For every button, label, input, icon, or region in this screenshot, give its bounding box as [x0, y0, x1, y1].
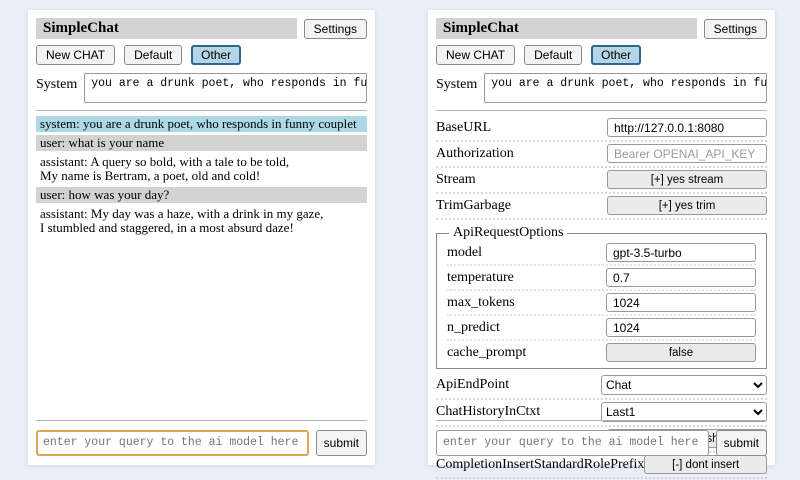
app-header: SimpleChat Settings [436, 18, 767, 39]
model-input[interactable] [606, 243, 756, 262]
chat-message-assistant: assistant: A query so bold, with a tale … [36, 154, 367, 184]
session-tab-default[interactable]: Default [124, 45, 182, 65]
app-header: SimpleChat Settings [36, 18, 367, 39]
system-prompt-input[interactable]: you are a drunk poet, who responds in fu… [484, 73, 767, 103]
chat-panel: SimpleChat Settings New CHAT Default Oth… [28, 10, 375, 465]
cache-prompt-label: cache_prompt [447, 345, 526, 361]
divider [436, 110, 767, 111]
cache-prompt-toggle-button[interactable]: false [606, 343, 756, 362]
setting-row-trimgarbage: TrimGarbage [+] yes trim [436, 194, 767, 220]
chat-message-user: user: how was your day? [36, 187, 367, 203]
max-tokens-input[interactable] [606, 293, 756, 312]
n-predict-label: n_predict [447, 320, 500, 336]
setting-row-authorization: Authorization [436, 142, 767, 168]
authorization-label: Authorization [436, 146, 514, 162]
completion-insert-standard-role-prefix-toggle-button[interactable]: [-] dont insert [644, 455, 767, 474]
api-request-options-legend: ApiRequestOptions [449, 225, 567, 241]
query-input-bar: submit [36, 420, 367, 456]
system-prompt-row: System you are a drunk poet, who respond… [36, 73, 367, 103]
temperature-input[interactable] [606, 268, 756, 287]
api-endpoint-select[interactable]: Chat [601, 375, 767, 395]
setting-row-completion-insert-standard-role-prefix: CompletionInsertStandardRolePrefix [-] d… [436, 453, 767, 479]
new-chat-button[interactable]: New CHAT [436, 45, 515, 65]
system-prompt-input[interactable]: you are a drunk poet, who responds in fu… [84, 73, 367, 103]
max-tokens-label: max_tokens [447, 295, 515, 311]
baseurl-label: BaseURL [436, 120, 491, 136]
submit-button[interactable]: submit [716, 430, 767, 456]
chat-message-assistant: assistant: My day was a haze, with a dri… [36, 206, 367, 236]
completion-insert-standard-role-prefix-label: CompletionInsertStandardRolePrefix [436, 457, 644, 473]
submit-button[interactable]: submit [316, 430, 367, 456]
setting-row-n-predict: n_predict [447, 316, 756, 341]
baseurl-input[interactable] [607, 118, 767, 137]
settings-button[interactable]: Settings [704, 19, 767, 39]
api-request-options-fieldset: ApiRequestOptions model temperature max_… [436, 225, 767, 369]
app-title: SimpleChat [36, 18, 297, 39]
setting-row-temperature: temperature [447, 266, 756, 291]
settings-button[interactable]: Settings [304, 19, 367, 39]
app-title: SimpleChat [436, 18, 697, 39]
system-label: System [36, 73, 77, 93]
setting-row-model: model [447, 241, 756, 266]
divider [436, 420, 767, 421]
setting-row-max-tokens: max_tokens [447, 291, 756, 316]
session-tab-other[interactable]: Other [591, 45, 641, 65]
query-input-bar: submit [436, 420, 767, 456]
session-toolbar: New CHAT Default Other [36, 45, 367, 65]
trimgarbage-toggle-button[interactable]: [+] yes trim [607, 196, 767, 215]
session-tab-default[interactable]: Default [524, 45, 582, 65]
chat-history-in-ctxt-label: ChatHistoryInCtxt [436, 404, 540, 420]
query-input[interactable] [436, 430, 709, 456]
stream-toggle-button[interactable]: [+] yes stream [607, 170, 767, 189]
system-label: System [436, 73, 477, 93]
system-prompt-row: System you are a drunk poet, who respond… [436, 73, 767, 103]
chat-history-in-ctxt-select[interactable]: Last1 [601, 402, 767, 422]
chat-message-list: system: you are a drunk poet, who respon… [36, 116, 367, 236]
stream-label: Stream [436, 172, 476, 188]
divider [36, 420, 367, 421]
setting-row-cache-prompt: cache_prompt false [447, 341, 756, 364]
new-chat-button[interactable]: New CHAT [36, 45, 115, 65]
session-tab-other[interactable]: Other [191, 45, 241, 65]
session-toolbar: New CHAT Default Other [436, 45, 767, 65]
setting-row-api-endpoint: ApiEndPoint Chat [436, 373, 767, 400]
model-label: model [447, 245, 482, 261]
api-endpoint-label: ApiEndPoint [436, 377, 509, 393]
divider [36, 110, 367, 111]
authorization-input[interactable] [607, 144, 767, 163]
chat-message-user: user: what is your name [36, 135, 367, 151]
n-predict-input[interactable] [606, 318, 756, 337]
temperature-label: temperature [447, 270, 514, 286]
setting-row-stream: Stream [+] yes stream [436, 168, 767, 194]
trimgarbage-label: TrimGarbage [436, 198, 511, 214]
settings-panel: SimpleChat Settings New CHAT Default Oth… [428, 10, 775, 465]
setting-row-baseurl: BaseURL [436, 116, 767, 142]
chat-message-system: system: you are a drunk poet, who respon… [36, 116, 367, 132]
query-input[interactable] [36, 430, 309, 456]
